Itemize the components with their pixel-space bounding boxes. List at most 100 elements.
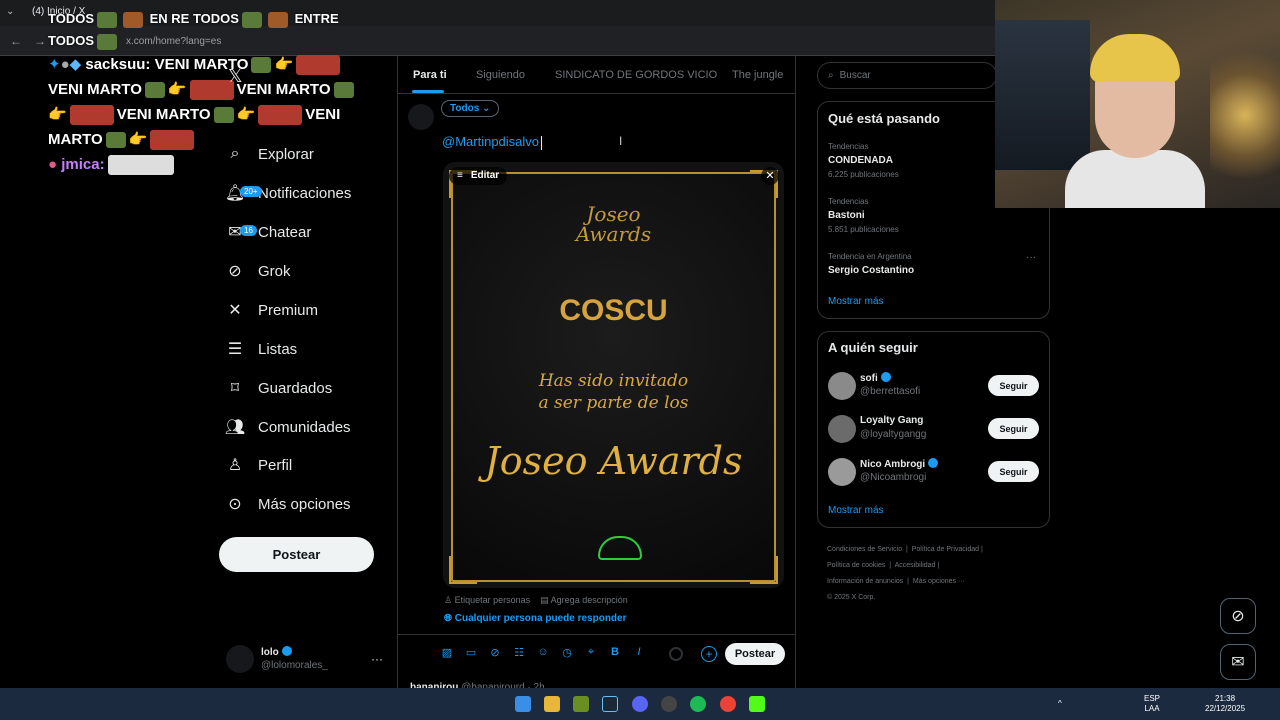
footer-link[interactable]: Accesibilidad <box>895 562 936 569</box>
minecraft-icon[interactable] <box>573 696 589 712</box>
more-icon[interactable]: ··· <box>371 652 383 666</box>
more-icon[interactable]: ··· <box>1026 252 1036 263</box>
nav-guardados[interactable]: ⌑ Guardados <box>226 370 332 406</box>
lang-text: LAA <box>1144 704 1160 713</box>
footer-link[interactable]: Información de anuncios <box>827 578 903 585</box>
chat-message: VENI MARTO <box>116 106 211 123</box>
post-button-sidebar[interactable]: Postear <box>219 537 374 572</box>
nav-comunidades[interactable]: 👥︎ Comunidades <box>224 409 351 445</box>
nav-mas-opciones[interactable]: ⊙ Más opciones <box>226 486 350 522</box>
nav-premium[interactable]: ✕ Premium <box>226 292 318 328</box>
url-bar[interactable]: x.com/home?lang=es <box>56 32 976 52</box>
clock[interactable]: 21:38 22/12/2025 <box>1205 694 1245 714</box>
trend-meta: Tendencia en Argentina <box>828 252 912 261</box>
bold-icon[interactable]: B <box>608 646 622 659</box>
post-button[interactable]: Postear <box>725 643 785 665</box>
trends-title: Qué está pasando <box>828 111 940 126</box>
tab-list-icon[interactable]: ⌄ <box>6 6 14 17</box>
nav-chatear[interactable]: ✉ 16 Chatear <box>226 214 311 250</box>
footer-link[interactable]: Política de cookies <box>827 562 885 569</box>
grok-icon: ⊘ <box>228 263 242 280</box>
add-description-button[interactable]: ▤ Agrega descripción <box>540 595 628 606</box>
date-text: 22/12/2025 <box>1205 704 1246 713</box>
edit-label: Editar <box>470 170 500 181</box>
schedule-icon[interactable]: ◷ <box>560 646 574 659</box>
language-indicator[interactable]: ESP LAA <box>1144 694 1160 714</box>
discord-icon[interactable] <box>632 696 648 712</box>
follow-button[interactable]: Seguir <box>988 418 1039 439</box>
spotify-icon[interactable] <box>690 696 706 712</box>
back-icon[interactable]: ← <box>10 34 22 48</box>
follow-name[interactable]: Nico Ambrogi <box>860 458 939 470</box>
location-icon[interactable]: ⌖ <box>584 646 598 659</box>
person-icon: ♙ <box>227 457 243 474</box>
media-attachment[interactable]: Joseo Awards COSCU Has sido invitado a s… <box>443 162 784 588</box>
people-icon: 👥︎ <box>224 419 246 436</box>
lang-text: ESP <box>1144 694 1161 703</box>
audience-selector[interactable]: Todos ⌄ <box>441 100 500 117</box>
logo-text: Awards <box>575 222 652 246</box>
add-post-button[interactable]: + <box>701 646 717 662</box>
show-more-link[interactable]: Mostrar más <box>828 505 884 516</box>
file-explorer-icon[interactable] <box>544 696 560 712</box>
follow-button[interactable]: Seguir <box>988 461 1039 482</box>
windows-start-icon[interactable] <box>515 696 531 712</box>
footer-link[interactable]: Política de Privacidad <box>912 546 979 553</box>
avatar[interactable] <box>408 104 434 130</box>
close-icon[interactable]: ✕ <box>761 167 779 185</box>
reply-setting[interactable]: 🌐︎ Cualquier persona puede responder <box>444 613 627 624</box>
audience-label: Todos <box>450 103 480 114</box>
follow-name[interactable]: Loyalty Gang <box>860 415 923 426</box>
chat-message: MARTO <box>48 131 103 148</box>
menu-icon: ≡ <box>457 170 463 181</box>
compose-textarea[interactable]: @Martinpdisalvo <box>442 134 543 150</box>
trend-item[interactable]: Bastoni <box>828 210 865 221</box>
gif-icon[interactable]: ▭ <box>464 646 478 659</box>
footer-link[interactable]: Más opciones ··· <box>913 578 965 585</box>
nav-explorar[interactable]: ⌕ Explorar <box>226 136 314 172</box>
show-more-link[interactable]: Mostrar más <box>828 296 884 307</box>
forward-icon[interactable]: → <box>34 34 46 48</box>
tab-siguiendo[interactable]: Siguiendo <box>476 69 525 81</box>
footer-link[interactable]: Condiciones de Servicio <box>827 546 902 553</box>
avatar[interactable] <box>828 458 856 486</box>
mail-icon[interactable]: ✉ <box>1220 644 1256 680</box>
tab-para-ti[interactable]: Para ti <box>413 69 447 81</box>
chrome-icon[interactable] <box>720 696 736 712</box>
nav-listas[interactable]: ☰ Listas <box>226 331 297 367</box>
image-icon[interactable]: ▨ <box>440 646 454 659</box>
account-name[interactable]: lolo <box>261 646 292 658</box>
search-input[interactable]: ⌕ Buscar <box>817 62 997 89</box>
follow-name-text: sofi <box>860 373 878 384</box>
chat-username: sacksuu: <box>85 56 151 73</box>
nav-notificaciones[interactable]: 🔔︎ 20+ Notificaciones <box>225 175 352 211</box>
steam-icon[interactable] <box>602 696 618 712</box>
who-to-follow-title: A quién seguir <box>828 340 918 355</box>
italic-icon[interactable]: I <box>632 646 646 659</box>
poll-icon[interactable]: ☷ <box>512 646 526 659</box>
avatar[interactable] <box>828 415 856 443</box>
tag-people-button[interactable]: ♙ Etiquetar personas <box>444 595 530 606</box>
nav-perfil[interactable]: ♙ Perfil <box>226 447 292 483</box>
chat-username: jmica: <box>61 156 105 173</box>
trend-item[interactable]: Sergio Costantino <box>828 265 914 276</box>
trend-meta: Tendencias <box>828 142 869 151</box>
follow-button[interactable]: Seguir <box>988 375 1039 396</box>
trend-item[interactable]: CONDENADA <box>828 155 893 166</box>
nav-grok[interactable]: ⊘ Grok <box>226 253 290 289</box>
grok-icon[interactable]: ⊘ <box>488 646 502 659</box>
tab-the-jungle[interactable]: The jungle <box>732 69 783 81</box>
follow-name[interactable]: sofi <box>860 372 891 384</box>
copyright: © 2025 X Corp. <box>827 594 876 601</box>
avatar[interactable] <box>828 372 856 400</box>
grok-icon[interactable]: ⊘ <box>1220 598 1256 634</box>
avatar[interactable] <box>226 645 254 673</box>
x-logo-icon[interactable]: 𝕏 <box>228 66 243 87</box>
obs-icon[interactable] <box>661 696 677 712</box>
tab-sindicato[interactable]: SINDICATO DE GORDOS VICIO <box>555 69 717 81</box>
emoji-icon[interactable]: ☺ <box>536 646 550 659</box>
chevron-up-icon[interactable]: ^ <box>1058 699 1062 709</box>
kick-icon[interactable] <box>749 696 765 712</box>
invitee-name: COSCU <box>559 294 668 327</box>
media-edit-button[interactable]: ≡ Editar <box>449 167 508 185</box>
